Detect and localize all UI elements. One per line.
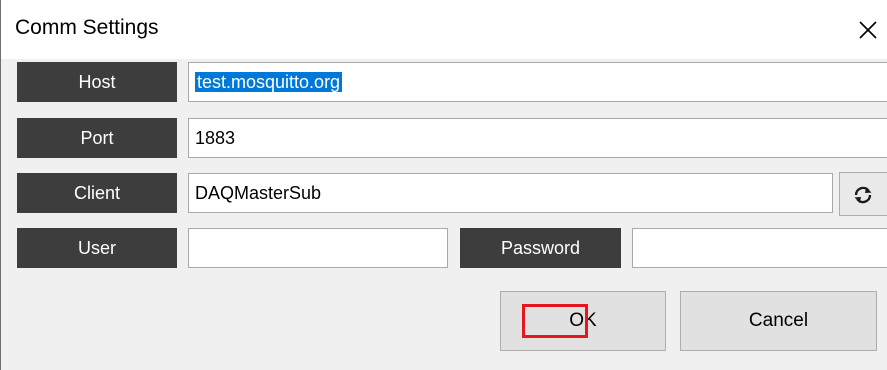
cancel-button[interactable]: Cancel xyxy=(680,291,877,351)
port-label: Port xyxy=(17,118,177,158)
close-icon xyxy=(859,21,877,39)
ok-button[interactable]: OK xyxy=(500,291,666,351)
user-label: User xyxy=(17,228,177,268)
comm-settings-dialog: Comm Settings Host test.mosquitto.org Po… xyxy=(0,0,887,370)
port-input[interactable]: 1883 xyxy=(188,118,887,158)
title-bar: Comm Settings xyxy=(1,0,887,59)
refresh-icon xyxy=(854,186,872,204)
password-input[interactable] xyxy=(632,228,887,268)
highlight-box xyxy=(522,304,588,338)
window-title: Comm Settings xyxy=(15,16,159,39)
password-label: Password xyxy=(460,228,621,268)
user-input[interactable] xyxy=(188,228,448,268)
client-input[interactable]: DAQMasterSub xyxy=(188,173,833,213)
client-label: Client xyxy=(17,173,177,213)
host-label: Host xyxy=(17,62,177,102)
refresh-client-button[interactable] xyxy=(839,172,887,216)
host-input[interactable]: test.mosquitto.org xyxy=(188,62,887,102)
host-input-value: test.mosquitto.org xyxy=(195,72,343,92)
close-button[interactable] xyxy=(844,8,887,52)
